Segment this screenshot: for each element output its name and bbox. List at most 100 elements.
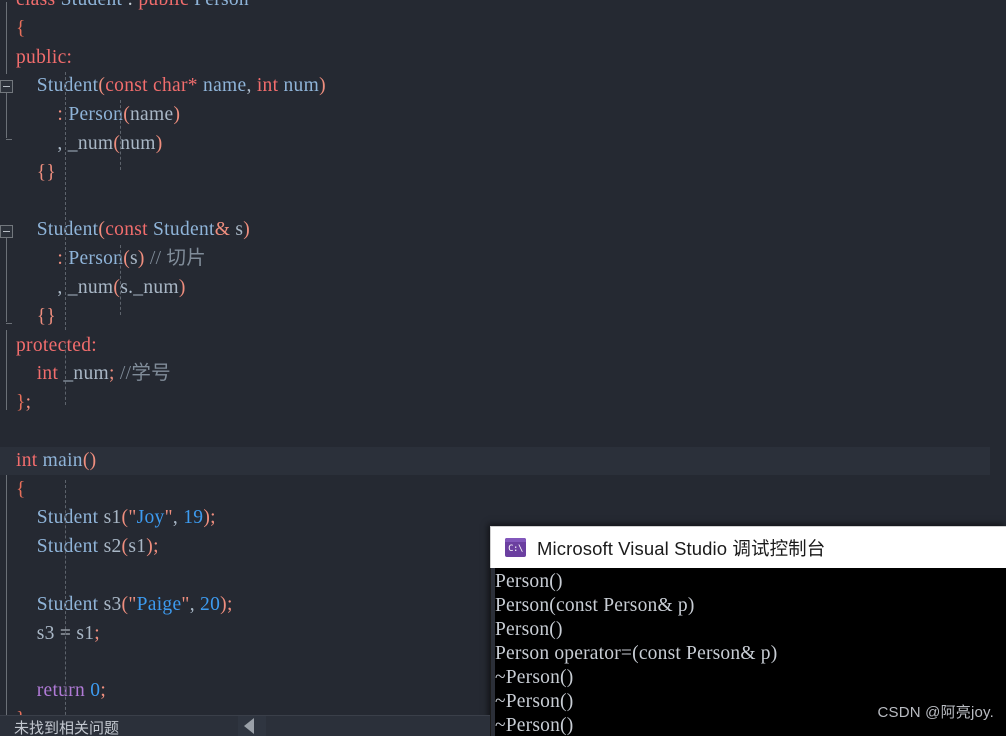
code-token: _num	[67, 132, 114, 154]
code-token: 20	[200, 593, 221, 615]
code-line[interactable]: int main()	[0, 446, 1006, 476]
code-token: public	[16, 46, 67, 68]
code-line-text: };	[16, 392, 31, 413]
code-line-text: : Person(name)	[16, 104, 180, 125]
code-line[interactable]: int _num; //学号	[16, 360, 1006, 389]
code-line[interactable]	[16, 418, 1006, 447]
screenshot-root: class Student : public Person { public: St…	[0, 0, 1006, 736]
code-token: )	[319, 75, 326, 97]
code-token: Student	[36, 536, 104, 558]
code-token: (	[123, 248, 130, 270]
code-token: const	[105, 75, 154, 97]
code-token: );	[146, 536, 159, 558]
code-token: {	[16, 478, 26, 500]
code-line-text: int main()	[16, 450, 96, 471]
code-token: )	[155, 132, 163, 154]
code-line[interactable]: , _num(s._num)	[16, 274, 1006, 303]
code-line-text: Student s1("Joy", 19);	[16, 507, 216, 528]
status-bar[interactable]: 未找到相关问题	[0, 716, 490, 736]
indent-guide	[65, 72, 66, 330]
csdn-watermark: CSDN @阿亮joy.	[877, 704, 994, 721]
code-token: {	[16, 17, 26, 39]
code-token: ()	[82, 449, 97, 471]
code-token: :	[127, 0, 138, 10]
code-token: ,	[189, 593, 201, 615]
code-token: ;	[100, 680, 107, 702]
code-line-text: {}	[16, 306, 56, 327]
code-line[interactable]: class Student : public Person	[16, 0, 1006, 15]
console-output-line: Person()	[495, 571, 563, 592]
code-token: 19	[183, 507, 204, 529]
code-token: int	[256, 75, 284, 97]
code-token: s2	[103, 536, 122, 558]
code-token: )	[178, 276, 186, 298]
code-line[interactable]: {	[16, 476, 1006, 505]
code-token: int	[36, 363, 64, 385]
code-line-text: Student(const char* name, int num)	[16, 75, 326, 96]
code-line-text: return 0;	[16, 680, 106, 701]
code-line-text: {	[16, 18, 26, 39]
console-icon-glyph: C:\	[508, 543, 523, 554]
code-token: )	[173, 104, 181, 126]
code-token: Person	[68, 104, 124, 126]
code-line-text: {	[16, 479, 26, 500]
code-line[interactable]: public:	[16, 44, 1006, 73]
indent-guide	[120, 100, 121, 170]
code-token: Student	[153, 219, 215, 241]
code-token: _num	[133, 276, 179, 298]
code-token: :	[91, 334, 97, 356]
code-token: name	[197, 75, 247, 97]
status-bar-message: 未找到相关问题	[14, 720, 120, 736]
code-line[interactable]: protected:	[16, 332, 1006, 361]
code-token: _num	[63, 363, 109, 385]
code-token: s1	[76, 622, 95, 644]
code-token: num	[120, 132, 156, 154]
code-token: 0	[90, 680, 101, 702]
code-line[interactable]	[16, 188, 1006, 217]
code-token: Student	[36, 593, 104, 615]
code-token: "	[128, 593, 137, 615]
code-line[interactable]: Student(const Student& s)	[16, 216, 1006, 245]
code-token: ,	[246, 75, 257, 97]
code-token: _num	[67, 276, 114, 298]
code-token: Paige	[136, 593, 182, 615]
code-token: public	[138, 0, 194, 10]
console-output-line: ~Person()	[495, 667, 574, 688]
code-token: ,	[57, 276, 68, 298]
code-line-text: , _num(num)	[16, 133, 163, 154]
code-token: s3	[36, 622, 60, 644]
code-line[interactable]: {}	[16, 303, 1006, 332]
console-output-line: Person()	[495, 619, 563, 640]
code-token: )	[137, 248, 150, 270]
code-line-text: s3 = s1;	[16, 623, 100, 644]
code-token: Student	[36, 219, 99, 241]
code-line-text: , _num(s._num)	[16, 277, 186, 298]
code-token: char*	[153, 75, 198, 97]
code-token: return	[36, 680, 91, 702]
console-title-text: Microsoft Visual Studio 调试控制台	[537, 537, 826, 559]
code-token: name	[130, 104, 174, 126]
code-token: );	[220, 593, 233, 615]
code-token: s.	[120, 276, 134, 298]
code-line-text: public:	[16, 47, 72, 68]
code-token: ;	[109, 363, 120, 385]
code-token: :	[66, 46, 73, 68]
code-line[interactable]: , _num(num)	[16, 130, 1006, 159]
code-line[interactable]: {	[16, 15, 1006, 44]
code-line-text: {}	[16, 162, 56, 183]
code-token: =	[59, 622, 77, 644]
code-token: :	[57, 248, 69, 270]
code-line[interactable]: Student(const char* name, int num)	[16, 72, 1006, 101]
code-token: protected	[16, 334, 92, 356]
code-token: Joy	[136, 507, 165, 529]
code-token: main	[42, 449, 83, 471]
status-bar-collapse-arrow-icon[interactable]	[244, 718, 254, 734]
console-title-bar[interactable]: C:\ Microsoft Visual Studio 调试控制台	[490, 526, 1006, 568]
indent-guide	[65, 345, 66, 405]
code-line[interactable]: : Person(s) // 切片	[16, 245, 1006, 274]
code-line[interactable]: {}	[16, 159, 1006, 188]
code-line[interactable]: : Person(name)	[16, 101, 1006, 130]
code-line[interactable]: };	[16, 389, 1006, 418]
indent-guide	[65, 480, 66, 725]
code-token: //学号	[119, 363, 171, 385]
